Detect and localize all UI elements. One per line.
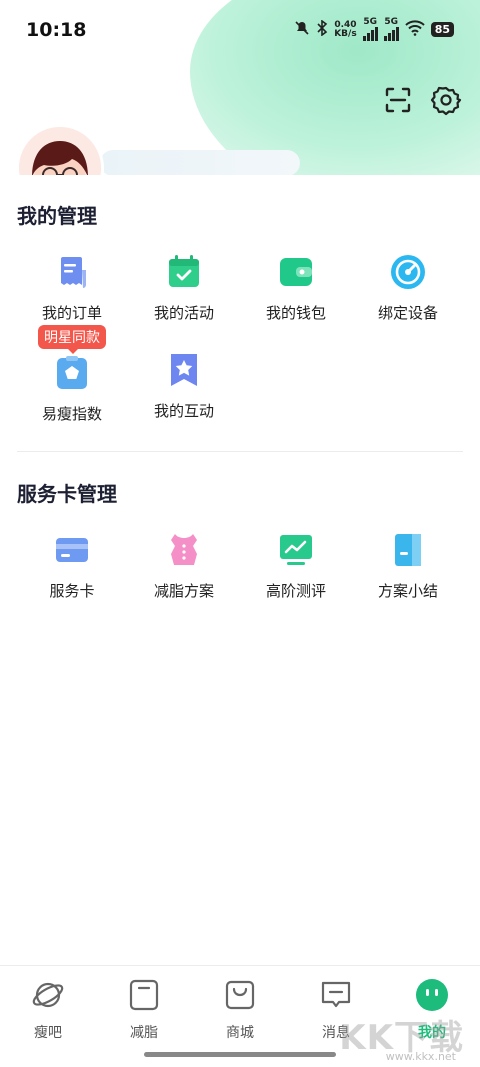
mute-icon [294, 20, 310, 39]
tab-label: 减脂 [130, 1025, 158, 1041]
slim-index-button[interactable]: 易瘦指数 [16, 355, 128, 435]
star-same-badge: 明星同款 [38, 325, 106, 354]
bind-device-button[interactable]: 绑定设备 [352, 254, 464, 334]
index-icon [57, 356, 87, 389]
status-icons: 0.40 KB/s 5G 5G 85 [294, 18, 454, 41]
grid-item-label: 绑定设备 [377, 304, 438, 322]
device-icon [391, 255, 425, 289]
status-time: 10:18 [26, 19, 87, 41]
wifi-icon [404, 20, 425, 39]
my-management-title: 我的管理 [17, 204, 97, 228]
my-orders-button[interactable]: 我的订单 [16, 254, 128, 334]
grid-item-label: 高阶测评 [265, 582, 326, 600]
grid-item-label: 我的钱包 [265, 304, 326, 322]
plan-summary-button[interactable]: 方案小结 [352, 532, 464, 612]
grid-item-label: 我的活动 [153, 304, 214, 322]
sim1-label: 5G [363, 17, 378, 27]
wallet-icon [280, 258, 312, 286]
scan-icon [385, 87, 411, 113]
tab-label: 瘦吧 [34, 1025, 62, 1041]
service-card-title: 服务卡管理 [17, 482, 117, 506]
sim2-signal: 5G [383, 17, 399, 41]
signal-icon [383, 27, 399, 41]
plan-icon [171, 534, 197, 565]
my-interaction-button[interactable]: 我的互动 [128, 352, 240, 432]
order-icon [60, 257, 86, 288]
settings-button[interactable] [430, 84, 462, 116]
watermark-url: www.kkx.net [385, 1050, 456, 1063]
scan-button[interactable] [382, 84, 414, 116]
shop-bag-icon [225, 980, 255, 1010]
assessment-icon [280, 535, 312, 565]
status-bar: 10:18 0.40 KB/s 5G 5G 85 [0, 0, 480, 60]
username-placeholder [100, 150, 300, 175]
sim2-label: 5G [384, 17, 399, 27]
activity-icon [169, 255, 199, 287]
tab-label: 商城 [226, 1025, 254, 1041]
avatar-image [19, 127, 101, 175]
fat-loss-icon [129, 979, 159, 1011]
tab-fat-loss[interactable]: 减脂 [96, 976, 192, 1046]
summary-icon [395, 534, 421, 566]
service-card-button[interactable]: 服务卡 [16, 532, 128, 612]
planet-icon [32, 982, 64, 1008]
network-speed: 0.40 KB/s [334, 20, 357, 39]
card-icon [56, 538, 88, 562]
gear-icon [430, 86, 462, 116]
avatar[interactable] [16, 124, 104, 175]
message-icon [321, 981, 351, 1008]
grid-item-label: 易瘦指数 [41, 405, 102, 423]
bluetooth-icon [316, 19, 328, 39]
section-divider [17, 451, 463, 452]
grid-item-label: 我的订单 [41, 304, 102, 322]
my-activities-button[interactable]: 我的活动 [128, 254, 240, 334]
profile-face-icon [416, 979, 448, 1011]
sim1-signal: 5G [362, 17, 378, 41]
my-wallet-button[interactable]: 我的钱包 [240, 254, 352, 334]
tab-shop[interactable]: 商城 [192, 976, 288, 1046]
speed-unit: KB/s [334, 28, 357, 39]
battery-indicator: 85 [430, 22, 454, 37]
grid-item-label: 减脂方案 [153, 582, 214, 600]
advanced-assessment-button[interactable]: 高阶测评 [240, 532, 352, 612]
fat-loss-plan-button[interactable]: 减脂方案 [128, 532, 240, 612]
interaction-icon [171, 354, 197, 386]
profile-header: 10:18 0.40 KB/s 5G 5G 85 [0, 0, 480, 175]
signal-icon [362, 27, 378, 41]
tab-slim-bar[interactable]: 瘦吧 [0, 976, 96, 1046]
home-indicator[interactable] [144, 1052, 336, 1057]
grid-item-label: 我的互动 [153, 402, 214, 420]
grid-item-label: 服务卡 [49, 582, 95, 600]
grid-item-label: 方案小结 [377, 582, 438, 600]
